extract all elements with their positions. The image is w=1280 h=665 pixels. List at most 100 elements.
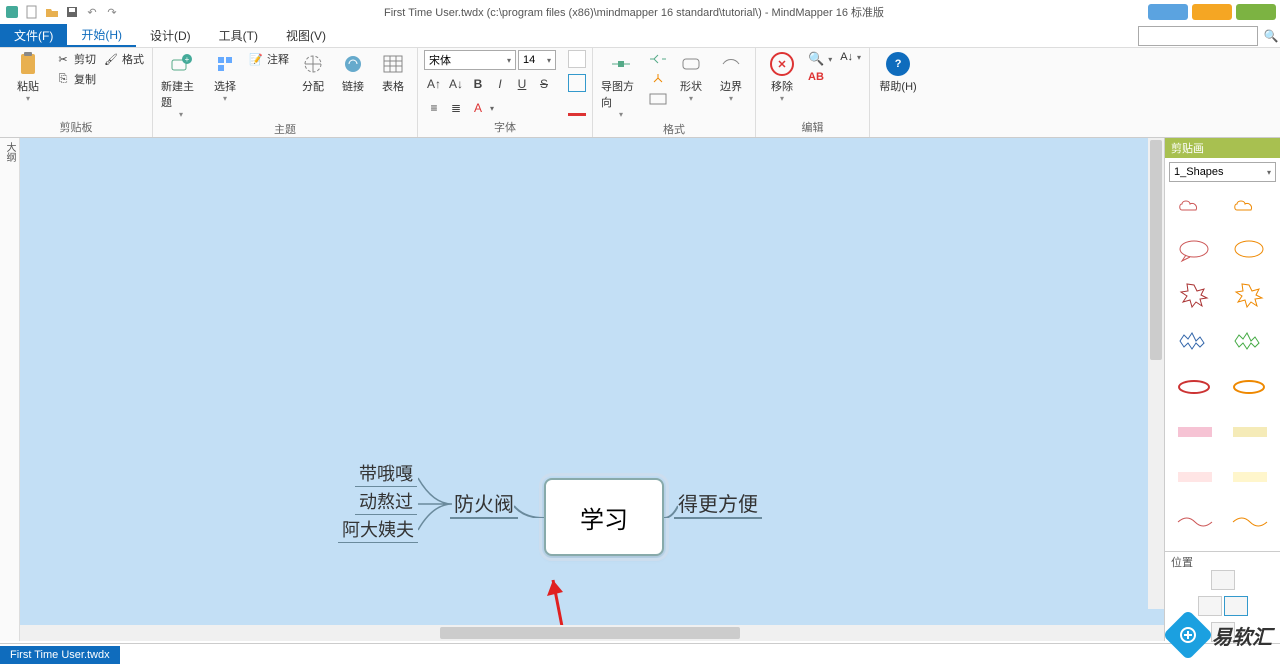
shape-wave-2[interactable] <box>1225 506 1277 538</box>
ribbon-help: ? 帮助(H) <box>870 48 926 137</box>
shape-burst-2[interactable] <box>1225 280 1277 312</box>
select-button[interactable]: 选择▾ <box>207 50 243 105</box>
right-branch[interactable]: 得更方便 <box>674 488 762 519</box>
cut-button[interactable]: ✂剪切 <box>54 50 98 68</box>
save-icon[interactable] <box>64 4 80 20</box>
app-icon <box>4 4 20 20</box>
canvas[interactable]: 学习 防火阀 带哦嘎 动熬过 阿大姨夫 得更方便 <box>20 138 1164 625</box>
format-group-label: 格式 <box>599 121 749 137</box>
decrease-font-icon[interactable]: A↓ <box>446 74 466 94</box>
vertical-scrollbar[interactable] <box>1148 138 1164 609</box>
shape-ring-2[interactable] <box>1225 371 1277 403</box>
shape-jagged-2[interactable] <box>1225 325 1277 357</box>
border-button[interactable]: 边界▾ <box>713 50 749 105</box>
left-sub-3[interactable]: 阿大姨夫 <box>338 516 418 543</box>
new-topic-button[interactable]: + 新建主题▾ <box>159 50 203 121</box>
shape-bubble-1[interactable] <box>1169 235 1221 267</box>
direction-button[interactable]: 导图方向▾ <box>599 50 643 121</box>
file-menu[interactable]: 文件(F) <box>0 24 67 47</box>
bold-button[interactable]: B <box>468 74 488 94</box>
document-tab[interactable]: First Time User.twdx <box>0 646 120 664</box>
shape-jagged-1[interactable] <box>1169 325 1221 357</box>
window-title: First Time User.twdx (c:\program files (… <box>120 4 1148 20</box>
shape-soft-2[interactable] <box>1225 461 1277 493</box>
layout-icon-2[interactable] <box>647 70 669 88</box>
quick-access-toolbar: ↶ ↷ <box>4 4 120 20</box>
redo-icon[interactable]: ↷ <box>104 4 120 20</box>
shape-bubble-2[interactable] <box>1225 235 1277 267</box>
layout-icon-3[interactable] <box>647 90 669 108</box>
horizontal-scrollbar[interactable] <box>20 625 1164 641</box>
menu-combo[interactable] <box>1138 26 1258 46</box>
remove-button[interactable]: ✕ 移除▾ <box>762 50 802 105</box>
font-group-label: 字体 <box>424 119 586 135</box>
topic-group-label: 主题 <box>159 121 411 137</box>
strike-button[interactable]: S <box>534 74 554 94</box>
increase-font-icon[interactable]: A↑ <box>424 74 444 94</box>
open-icon[interactable] <box>44 4 60 20</box>
pos-icon-1[interactable] <box>1211 570 1235 590</box>
shape-soft-1[interactable] <box>1169 461 1221 493</box>
underline-button[interactable]: U <box>512 74 532 94</box>
layout-icon-1[interactable] <box>647 50 669 68</box>
font-name-combo[interactable]: 宋体▾ <box>424 50 516 70</box>
fill-color-icon[interactable] <box>568 50 586 68</box>
outline-tab[interactable]: 大纲 <box>0 138 20 641</box>
red-arrow-annotation <box>545 568 585 625</box>
line-color-icon[interactable] <box>568 98 586 116</box>
ribbon-topic: + 新建主题▾ 选择▾ 📝注释 分配 链接 表格 主题 <box>153 48 418 137</box>
shape-button[interactable]: 形状▾ <box>673 50 709 105</box>
font-color-icon[interactable]: A <box>468 98 488 118</box>
workspace: 大纲 学习 防火阀 带哦嘎 动熬过 阿大姨夫 得更方便 <box>0 138 1280 641</box>
win-btn-3[interactable] <box>1236 4 1276 20</box>
shape-burst-1[interactable] <box>1169 280 1221 312</box>
win-btn-2[interactable] <box>1192 4 1232 20</box>
tab-start[interactable]: 开始(H) <box>67 24 136 47</box>
clipart-grid <box>1165 186 1280 551</box>
statusbar: First Time User.twdx <box>0 643 1280 665</box>
align-center-icon[interactable]: ≣ <box>446 98 466 118</box>
menubar: 文件(F) 开始(H) 设计(D) 工具(T) 视图(V) 🔍 <box>0 24 1280 48</box>
tab-tools[interactable]: 工具(T) <box>205 24 272 47</box>
replace-icon[interactable]: AB <box>806 70 834 84</box>
svg-text:+: + <box>185 55 190 64</box>
link-button[interactable]: 链接 <box>335 50 371 96</box>
table-button[interactable]: 表格 <box>375 50 411 96</box>
border-color-icon[interactable] <box>568 74 586 92</box>
pos-icon-2[interactable] <box>1198 596 1222 616</box>
shape-wave-1[interactable] <box>1169 506 1221 538</box>
left-sub-1[interactable]: 带哦嘎 <box>355 460 417 487</box>
shape-brush-1[interactable] <box>1169 416 1221 448</box>
align-left-icon[interactable]: ≡ <box>424 98 444 118</box>
paste-label: 粘贴 <box>17 78 39 94</box>
note-button[interactable]: 📝注释 <box>247 50 291 68</box>
shape-cloud-2[interactable] <box>1225 190 1277 222</box>
edit-group-label: 编辑 <box>762 119 863 135</box>
copy-button[interactable]: ⎘复制 <box>54 70 98 88</box>
paste-button[interactable]: 粘贴 ▾ <box>6 50 50 105</box>
distribute-button[interactable]: 分配 <box>295 50 331 96</box>
find-icon[interactable]: 🔍▾ <box>806 50 834 68</box>
undo-icon[interactable]: ↶ <box>84 4 100 20</box>
italic-button[interactable]: I <box>490 74 510 94</box>
help-button[interactable]: ? 帮助(H) <box>876 50 920 96</box>
center-node[interactable]: 学习 <box>544 478 664 556</box>
left-branch[interactable]: 防火阀 <box>450 488 518 519</box>
sort-icon[interactable]: A↓▾ <box>838 50 863 64</box>
clipart-panel: 剪贴画 1_Shapes▾ 位置 <box>1164 138 1280 641</box>
win-btn-1[interactable] <box>1148 4 1188 20</box>
tab-view[interactable]: 视图(V) <box>272 24 340 47</box>
titlebar: ↶ ↷ First Time User.twdx (c:\program fil… <box>0 0 1280 24</box>
clipart-category-combo[interactable]: 1_Shapes▾ <box>1169 162 1276 182</box>
shape-cloud-1[interactable] <box>1169 190 1221 222</box>
shape-ring-1[interactable] <box>1169 371 1221 403</box>
tab-design[interactable]: 设计(D) <box>136 24 205 47</box>
format-painter-button[interactable]: 🖌格式 <box>102 50 146 68</box>
search-icon[interactable]: 🔍 <box>1262 27 1280 45</box>
left-sub-2[interactable]: 动熬过 <box>355 488 417 515</box>
font-size-combo[interactable]: 14▾ <box>518 50 556 70</box>
pos-icon-3[interactable] <box>1224 596 1248 616</box>
shape-brush-2[interactable] <box>1225 416 1277 448</box>
watermark-logo: 易软汇 <box>1170 617 1272 653</box>
new-icon[interactable] <box>24 4 40 20</box>
